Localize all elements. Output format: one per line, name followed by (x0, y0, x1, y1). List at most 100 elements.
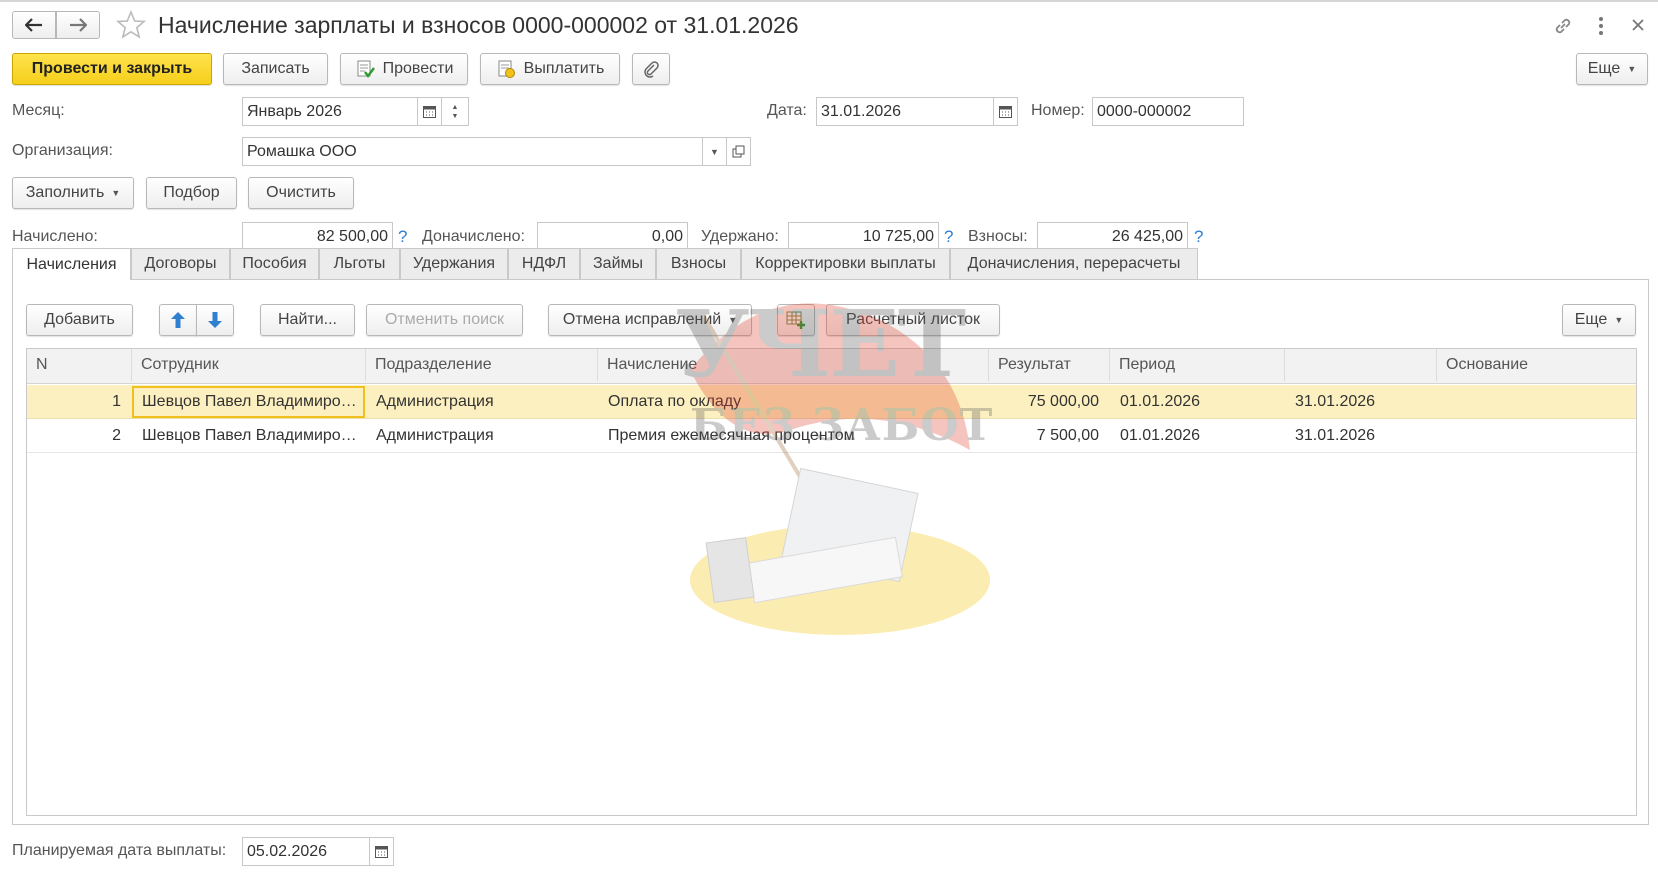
accrued-field: 82 500,00 (242, 222, 393, 251)
contributions-help-icon[interactable]: ? (1194, 227, 1203, 247)
tab-privileges[interactable]: Льготы (319, 248, 400, 279)
date-calendar-button[interactable] (993, 97, 1018, 126)
attach-button[interactable] (632, 53, 670, 85)
table-add-row-button[interactable] (777, 304, 815, 336)
planned-pay-date-field[interactable]: 05.02.2026 (242, 837, 370, 866)
arrow-left-icon (25, 18, 42, 32)
fill-button-label: Заполнить (25, 184, 105, 201)
contributions-field: 26 425,00 (1037, 222, 1188, 251)
col-header-n[interactable]: N (27, 349, 132, 381)
row-number: 2 (112, 427, 121, 444)
month-label: Месяц: (12, 102, 65, 119)
more-button[interactable]: Еще ▼ (1576, 53, 1648, 85)
organization-field[interactable]: Ромашка ООО (242, 137, 703, 166)
post-document-icon (357, 60, 375, 78)
col-header-period[interactable]: Период (1110, 349, 1285, 381)
chevron-down-icon: ▼ (1627, 64, 1637, 74)
month-stepper[interactable]: ▲ ▼ (441, 97, 469, 126)
basis-cell (1447, 420, 1632, 452)
tab-withholdings[interactable]: Удержания (400, 248, 508, 279)
calendar-icon (423, 106, 436, 118)
tab-contributions[interactable]: Взносы (656, 248, 741, 279)
department-cell: Администрация (376, 427, 494, 444)
number-field[interactable]: 0000-000002 (1092, 97, 1244, 126)
post-button-label: Провести (382, 60, 454, 77)
table-more-button-label: Еще (1574, 311, 1608, 328)
calendar-icon (375, 846, 388, 858)
tab-contracts[interactable]: Договоры (131, 248, 230, 279)
col-header-period-end[interactable] (1285, 349, 1437, 381)
close-icon[interactable] (1630, 17, 1646, 33)
table-more-button[interactable]: Еще ▼ (1562, 304, 1636, 336)
result-cell: 75 000,00 (1027, 393, 1099, 410)
tab-recalculations[interactable]: Доначисления, перерасчеты (950, 248, 1198, 279)
col-header-accrual[interactable]: Начисление (598, 349, 989, 381)
organization-dropdown-button[interactable]: ▼ (702, 137, 727, 166)
col-header-basis[interactable]: Основание (1437, 349, 1636, 381)
forward-button[interactable] (56, 11, 100, 39)
month-calendar-button[interactable] (417, 97, 442, 126)
move-up-button[interactable] (159, 304, 197, 336)
tab-loans[interactable]: Займы (580, 248, 656, 279)
table-plus-icon (786, 311, 805, 329)
accrued-help-icon[interactable]: ? (398, 227, 407, 247)
back-button[interactable] (12, 11, 56, 39)
calendar-icon (999, 106, 1012, 118)
post-and-close-button[interactable]: Провести и закрыть (12, 53, 212, 85)
stepper-down-icon[interactable]: ▼ (452, 112, 459, 121)
move-down-button[interactable] (196, 304, 234, 336)
chevron-down-icon: ▼ (710, 146, 719, 157)
period-from-cell: 01.01.2026 (1120, 393, 1201, 410)
organization-label: Организация: (12, 142, 113, 159)
link-icon[interactable] (1552, 15, 1574, 37)
stepper-up-icon[interactable]: ▲ (452, 103, 459, 112)
chevron-down-icon: ▼ (111, 188, 121, 198)
arrow-down-icon (208, 312, 222, 328)
favorite-star-icon[interactable] (115, 9, 147, 40)
kebab-icon[interactable] (1596, 15, 1606, 37)
more-button-label: Еще (1587, 60, 1621, 77)
find-button[interactable]: Найти... (260, 304, 355, 336)
paperclip-icon (644, 61, 659, 78)
post-button[interactable]: Провести (340, 53, 468, 85)
withheld-field: 10 725,00 (788, 222, 939, 251)
col-header-employee[interactable]: Сотрудник (132, 349, 366, 381)
save-button[interactable]: Записать (223, 53, 328, 85)
col-header-department[interactable]: Подразделение (366, 349, 598, 381)
date-label: Дата: (767, 102, 807, 119)
accrual-cell: Премия ежемесячная процентом (608, 427, 855, 444)
pay-button[interactable]: Выплатить (480, 53, 620, 85)
tab-payment-adjustments[interactable]: Корректировки выплаты (741, 248, 950, 279)
cancel-search-button[interactable]: Отменить поиск (366, 304, 523, 336)
organization-open-button[interactable] (726, 137, 751, 166)
payslip-button[interactable]: Расчетный листок (826, 304, 1000, 336)
cancel-fixes-button[interactable]: Отмена исправлений ▼ (548, 304, 752, 336)
number-label: Номер: (1031, 102, 1085, 119)
period-to-cell: 31.01.2026 (1295, 427, 1376, 444)
withheld-help-icon[interactable]: ? (944, 227, 953, 247)
select-button[interactable]: Подбор (146, 177, 237, 209)
col-header-result[interactable]: Результат (989, 349, 1110, 381)
tab-benefits[interactable]: Пособия (230, 248, 319, 279)
pay-date-calendar-button[interactable] (369, 837, 394, 866)
additional-field: 0,00 (537, 222, 688, 251)
top-border (0, 0, 1658, 2)
employee-cell: Шевцов Павел Владимирович (142, 427, 357, 444)
page-title: Начисление зарплаты и взносов 0000-00000… (158, 12, 799, 38)
chevron-down-icon: ▼ (728, 315, 738, 325)
cancel-fixes-button-label: Отмена исправлений (562, 311, 722, 328)
tab-accruals[interactable]: Начисления (12, 248, 131, 280)
arrow-up-icon (171, 312, 185, 328)
tab-ndfl[interactable]: НДФЛ (508, 248, 580, 279)
fill-button[interactable]: Заполнить ▼ (12, 177, 134, 209)
date-field[interactable]: 31.01.2026 (816, 97, 994, 126)
arrow-right-icon (70, 18, 87, 32)
chevron-down-icon: ▼ (1614, 315, 1624, 325)
period-to-cell: 31.01.2026 (1295, 393, 1376, 410)
month-field[interactable]: Январь 2026 (242, 97, 418, 126)
result-cell: 7 500,00 (1036, 427, 1099, 444)
clear-button[interactable]: Очистить (248, 177, 354, 209)
period-from-cell: 01.01.2026 (1120, 427, 1201, 444)
basis-cell (1447, 386, 1632, 418)
add-button[interactable]: Добавить (26, 304, 133, 336)
